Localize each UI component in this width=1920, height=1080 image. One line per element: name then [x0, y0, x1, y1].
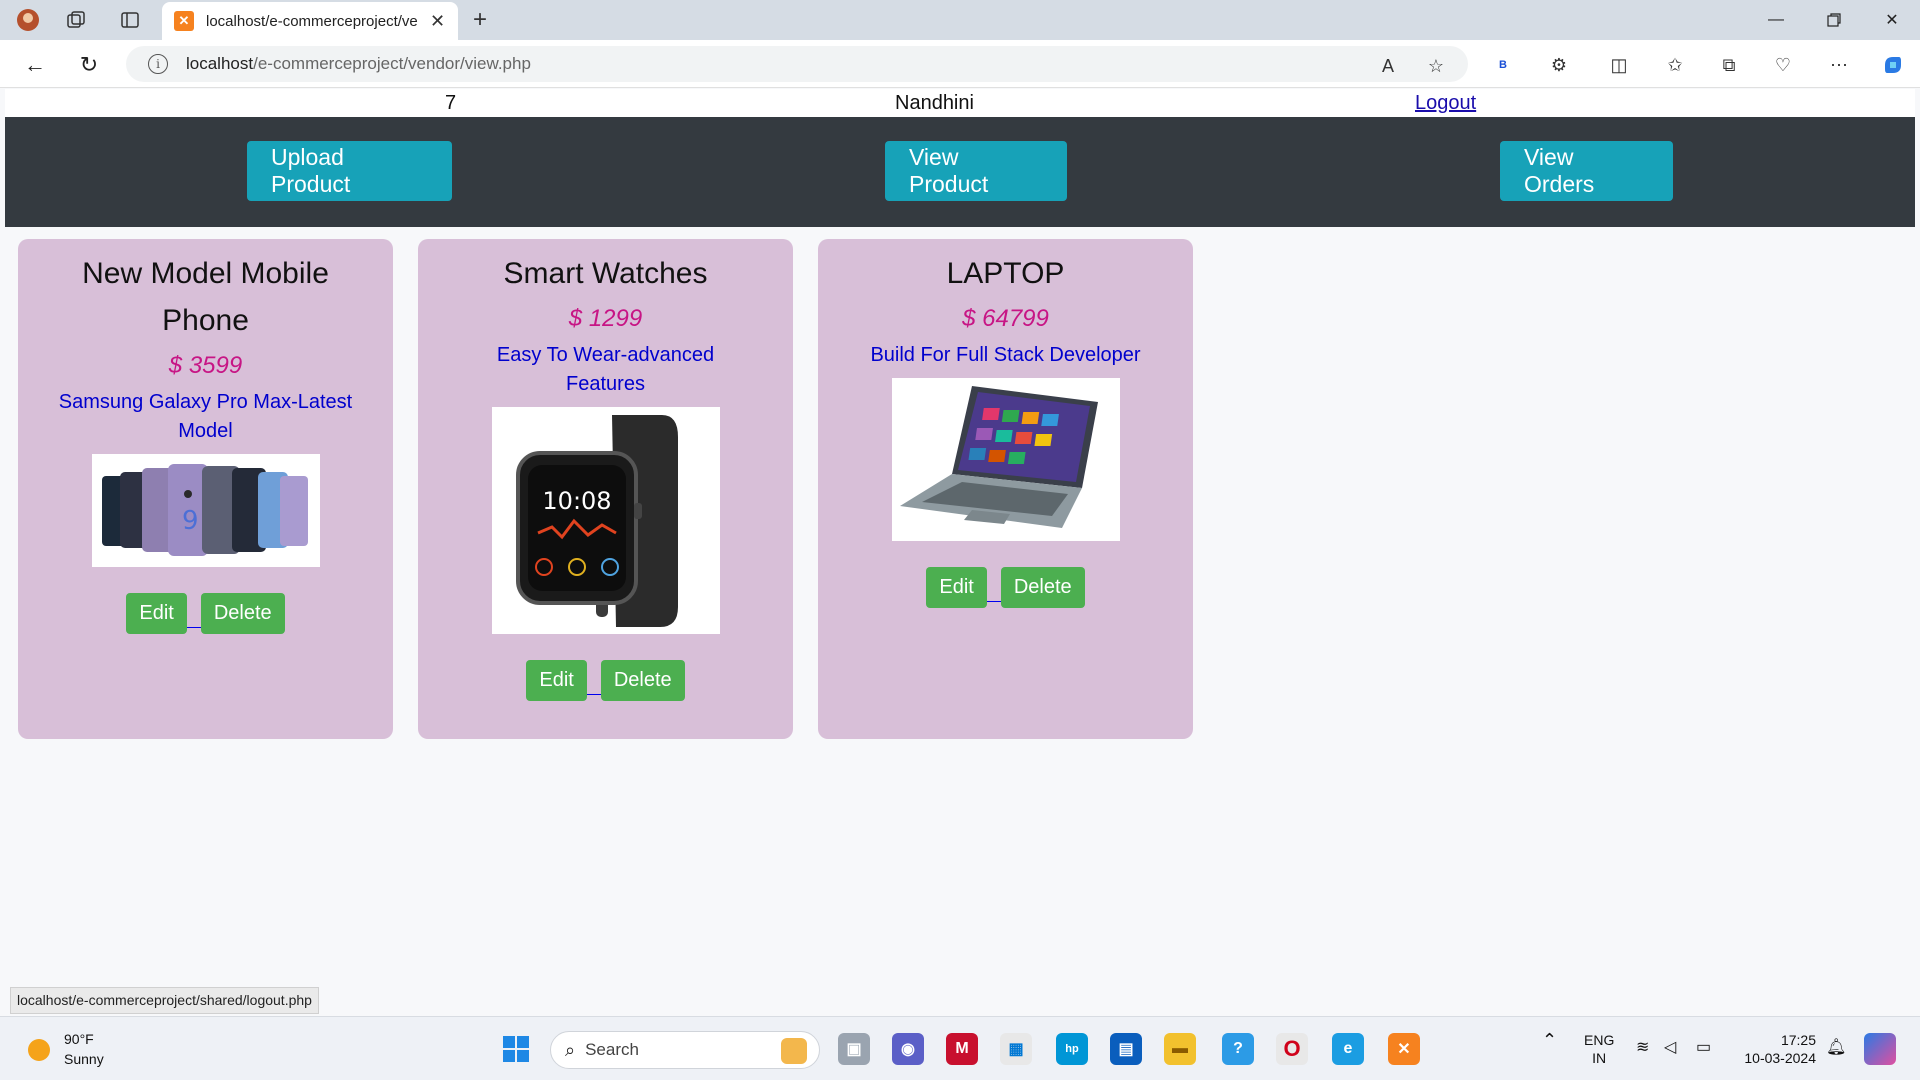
back-icon[interactable]: ←	[20, 50, 50, 80]
edit-button[interactable]: Edit	[126, 593, 187, 634]
new-tab-icon[interactable]: +	[468, 6, 492, 33]
active-tab[interactable]: ✕ localhost/e-commerceproject/ve ✕	[162, 2, 458, 40]
task-view-icon[interactable]: ▣	[838, 1033, 870, 1065]
collections-icon[interactable]: ⧉	[1716, 52, 1742, 78]
product-name: New Model Mobile Phone	[82, 257, 329, 337]
region-code: IN	[1592, 1050, 1607, 1066]
vendor-menu-bar: Upload Product View Product View Orders	[5, 117, 1915, 227]
clock-date: 10-03-2024	[1744, 1050, 1816, 1066]
wifi-icon[interactable]: ≋	[1636, 1039, 1649, 1057]
product-price: $ 3599	[168, 352, 243, 379]
refresh-icon[interactable]: ↻	[74, 50, 104, 80]
upload-product-button[interactable]: Upload Product	[247, 141, 452, 201]
sun-weather-icon[interactable]	[28, 1039, 50, 1061]
notification-bell-icon[interactable]: 🔔︎	[1826, 1039, 1846, 1057]
url-text[interactable]: localhost/e-commerceproject/vendor/view.…	[186, 54, 531, 74]
volume-icon[interactable]: ◁	[1664, 1039, 1676, 1057]
taskbar-search[interactable]: ⌕ Search	[550, 1031, 820, 1069]
link-separator	[586, 692, 601, 695]
xampp-favicon-icon: ✕	[174, 11, 194, 31]
product-description: Easy To Wear-advanced Features	[496, 344, 715, 395]
teams-meet-icon[interactable]: ◉	[892, 1033, 924, 1065]
close-window-icon[interactable]: ✕	[1872, 6, 1912, 34]
product-actions: Edit Delete	[18, 593, 393, 634]
help-app-icon[interactable]: ?	[1222, 1033, 1254, 1065]
xampp-icon[interactable]: ✕	[1388, 1033, 1420, 1065]
weather-temperature[interactable]: 90°F	[64, 1031, 94, 1047]
windows-taskbar: 90°F Sunny ⌕ Search ▣ ◉ M ▦ hp ▤ ▬ ? O e…	[0, 1016, 1920, 1080]
file-explorer-icon[interactable]: ▬	[1164, 1033, 1196, 1065]
product-card: LAPTOP $ 64799 Build For Full Stack Deve…	[818, 239, 1193, 739]
search-highlight-icon	[781, 1038, 807, 1064]
opera-icon[interactable]: O	[1276, 1033, 1308, 1065]
clock[interactable]: 17:25 10-03-2024	[1736, 1031, 1816, 1067]
delete-button[interactable]: Delete	[600, 660, 685, 701]
search-icon: ⌕	[565, 1039, 576, 1060]
edit-button[interactable]: Edit	[926, 567, 987, 608]
product-actions: Edit Delete	[418, 660, 793, 701]
search-label: Search	[585, 1040, 639, 1059]
more-options-icon[interactable]: ⋯	[1826, 52, 1852, 78]
extension-b-icon[interactable]: B	[1490, 52, 1516, 78]
extensions-puzzle-icon[interactable]: ⚙	[1546, 52, 1572, 78]
start-windows-icon[interactable]	[500, 1033, 532, 1065]
browser-titlebar: ✕ localhost/e-commerceproject/ve ✕ + — ✕	[0, 0, 1920, 40]
microsoft-store-icon[interactable]: ▦	[1000, 1033, 1032, 1065]
browser-essentials-icon[interactable]: ♡	[1770, 52, 1796, 78]
product-image	[891, 378, 1120, 541]
show-hidden-icons-icon[interactable]: ⌃	[1542, 1031, 1557, 1049]
product-card: Smart Watches $ 1299 Easy To Wear-advanc…	[418, 239, 793, 739]
profile-avatar-icon[interactable]	[16, 8, 40, 32]
product-actions: Edit Delete	[818, 567, 1193, 608]
browser-toolbar: ← ↻ i localhost/e-commerceproject/vendor…	[0, 40, 1920, 88]
desktop-app-icon[interactable]: ▤	[1110, 1033, 1142, 1065]
battery-icon[interactable]: ▭	[1696, 1039, 1711, 1057]
link-separator	[186, 625, 201, 628]
user-name: Nandhini	[895, 92, 974, 114]
user-id: 7	[445, 92, 457, 114]
tab-close-icon[interactable]: ✕	[430, 11, 445, 32]
svg-text:10:08: 10:08	[542, 487, 611, 515]
language-indicator[interactable]: ENG IN	[1584, 1031, 1614, 1067]
page-content: 7 Nandhini Logout Upload Product View Pr…	[5, 89, 1915, 1016]
product-price: $ 64799	[962, 305, 1049, 332]
product-name: LAPTOP	[946, 257, 1065, 290]
weather-condition[interactable]: Sunny	[64, 1051, 104, 1067]
view-orders-button[interactable]: View Orders	[1500, 141, 1673, 201]
view-product-button[interactable]: View Product	[885, 141, 1067, 201]
product-name: Smart Watches	[503, 257, 708, 290]
vertical-tabs-icon[interactable]	[118, 8, 142, 32]
edit-button[interactable]: Edit	[526, 660, 587, 701]
myhp-icon[interactable]: hp	[1056, 1033, 1088, 1065]
link-separator	[986, 599, 1001, 602]
product-image: 10:08	[491, 407, 720, 634]
clock-time: 17:25	[1780, 1032, 1816, 1048]
copilot-icon[interactable]	[1880, 52, 1906, 78]
mcafee-icon[interactable]: M	[946, 1033, 978, 1065]
status-bar-url: localhost/e-commerceproject/shared/logou…	[10, 987, 319, 1014]
product-description: Build For Full Stack Developer	[870, 344, 1141, 366]
favorites-icon[interactable]: ✩	[1662, 52, 1688, 78]
product-description: Samsung Galaxy Pro Max-Latest Model	[58, 391, 353, 442]
workspaces-icon[interactable]	[64, 8, 88, 32]
address-bar[interactable]: i localhost/e-commerceproject/vendor/vie…	[126, 46, 1468, 82]
copilot-taskbar-icon[interactable]	[1864, 1033, 1896, 1065]
delete-button[interactable]: Delete	[200, 593, 285, 634]
svg-text:9: 9	[182, 506, 199, 536]
edge-browser-icon[interactable]: e	[1332, 1033, 1364, 1065]
logout-link[interactable]: Logout	[1415, 92, 1476, 115]
delete-button[interactable]: Delete	[1000, 567, 1085, 608]
user-bar: 7 Nandhini Logout	[5, 89, 1915, 117]
minimize-icon[interactable]: —	[1756, 6, 1796, 34]
product-price: $ 1299	[568, 305, 643, 332]
product-card: New Model Mobile Phone $ 3599 Samsung Ga…	[18, 239, 393, 739]
restore-icon[interactable]	[1814, 6, 1854, 34]
favorite-star-icon[interactable]: ☆	[1424, 54, 1448, 78]
tab-title: localhost/e-commerceproject/ve	[206, 12, 418, 30]
language-code: ENG	[1584, 1032, 1615, 1048]
split-screen-icon[interactable]: ◫	[1606, 52, 1632, 78]
site-info-icon[interactable]: i	[148, 54, 168, 74]
product-image: 9	[91, 454, 320, 567]
read-aloud-icon[interactable]: A	[1376, 54, 1400, 78]
